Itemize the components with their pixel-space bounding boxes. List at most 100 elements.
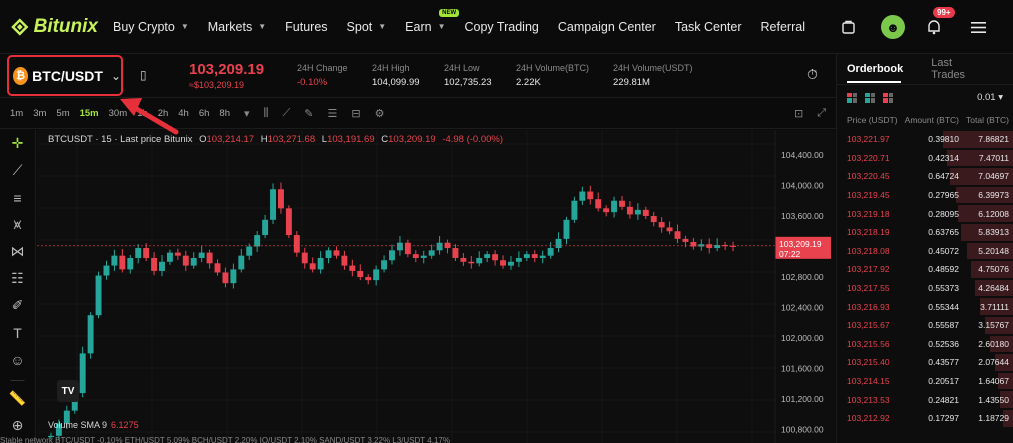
- interval-6h[interactable]: 6h: [199, 108, 210, 119]
- template-icon[interactable]: ⊟: [351, 107, 360, 120]
- candle-body: [373, 269, 380, 281]
- orderbook-row[interactable]: 103,220.71 0.42314 7.47011: [837, 149, 1013, 168]
- orderbook-row[interactable]: 103,218.19 0.63765 5.83913: [837, 223, 1013, 242]
- candle-body: [111, 255, 118, 266]
- candle-body: [666, 227, 673, 232]
- pitchfork-icon[interactable]: ⋈: [11, 238, 25, 265]
- orderbook-row[interactable]: 103,217.55 0.55373 4.26484: [837, 279, 1013, 298]
- menu-item-buy-crypto[interactable]: Buy Crypto ▼: [113, 20, 189, 34]
- interval-8h[interactable]: 8h: [219, 108, 230, 119]
- view-asks-icon[interactable]: [883, 92, 893, 103]
- candle-body: [270, 189, 276, 220]
- screenshot-icon[interactable]: ⊡: [794, 107, 803, 120]
- candle-body: [515, 257, 522, 262]
- candle-body: [460, 257, 467, 262]
- menu-item-campaign-center[interactable]: Campaign Center: [558, 20, 656, 34]
- orderbook-row[interactable]: 103,219.18 0.28095 6.12008: [837, 204, 1013, 223]
- candle-body: [238, 255, 245, 270]
- edit-icon[interactable]: ✎: [304, 107, 313, 120]
- brush-icon[interactable]: ✐: [12, 292, 24, 319]
- orderbook-row[interactable]: 103,220.45 0.64724 7.04697: [837, 167, 1013, 186]
- orderbook-amount: 0.28095: [928, 208, 959, 219]
- orderbook-row[interactable]: 103,215.67 0.55587 3.15767: [837, 316, 1013, 335]
- legend-close: 103,209.19: [388, 134, 436, 145]
- chart-type-icon[interactable]: ⫼: [264, 107, 269, 120]
- orderbook-total: 6.39973: [978, 190, 1009, 201]
- precision-value: 0.01: [977, 92, 996, 103]
- orderbook-price: 103,216.93: [847, 301, 890, 312]
- orderbook-row[interactable]: 103,215.40 0.43577 2.07644: [837, 353, 1013, 372]
- interval-1h[interactable]: 1h: [137, 108, 148, 119]
- avatar[interactable]: ☻: [881, 15, 905, 39]
- view-both-icon[interactable]: [847, 92, 857, 103]
- crosshair-icon[interactable]: ✛: [12, 130, 24, 157]
- main-menu: Buy Crypto ▼ Markets ▼ Futures Spot ▼ Earn ▼ NEW C…: [113, 8, 824, 34]
- settings-icon[interactable]: ⚙: [375, 107, 385, 120]
- tab-orderbook[interactable]: Orderbook: [847, 63, 903, 83]
- orderbook-row[interactable]: 103,219.45 0.27965 6.39973: [837, 186, 1013, 205]
- candle-body: [389, 250, 395, 261]
- candlestick-chart[interactable]: 104,400.00 104,000.00 103,600.00 102,800.00…: [37, 130, 835, 443]
- pair-selector[interactable]: ₿ BTC/USDT ⌄: [7, 55, 123, 96]
- chevron-down-icon: ▾: [998, 92, 1003, 103]
- nav-right: ☻ 99+: [837, 0, 1013, 54]
- candle-body: [396, 242, 403, 251]
- hamburger-menu-icon[interactable]: [967, 16, 989, 38]
- bitunix-logo-icon: [11, 17, 29, 36]
- price-chart[interactable]: 104,400.00 104,000.00 103,600.00 102,800.00…: [37, 130, 835, 443]
- horizontal-lines-icon[interactable]: ≡: [13, 184, 21, 211]
- menu-item-copy-trading[interactable]: Copy Trading: [465, 20, 539, 34]
- candle-body: [595, 199, 602, 209]
- more-intervals-chevron-icon[interactable]: ▾: [244, 107, 250, 120]
- menu-item-task-center[interactable]: Task Center: [675, 20, 742, 34]
- menu-item-referral[interactable]: Referral: [761, 20, 805, 34]
- interval-3m[interactable]: 3m: [33, 108, 46, 119]
- orderbook-total: 5.20148: [978, 245, 1009, 256]
- notification-bell-icon[interactable]: 99+: [923, 7, 955, 38]
- logo[interactable]: Bitunix: [10, 16, 98, 38]
- menu-item-futures[interactable]: Futures: [285, 20, 327, 34]
- interval-30m[interactable]: 30m: [109, 108, 127, 119]
- menu-item-spot[interactable]: Spot ▼: [347, 20, 387, 34]
- tab-last-trades[interactable]: Last Trades: [931, 57, 985, 81]
- interval-4h[interactable]: 4h: [178, 108, 189, 119]
- orderbook-row[interactable]: 103,212.92 0.17297 1.18729: [837, 409, 1013, 428]
- info-icon[interactable]: ▯: [140, 68, 147, 82]
- orderbook-row[interactable]: 103,214.15 0.20517 1.64067: [837, 372, 1013, 391]
- stat-label: 24H High: [372, 63, 410, 73]
- interval-15m[interactable]: 15m: [80, 108, 99, 119]
- fullscreen-icon[interactable]: ⤢: [817, 107, 826, 120]
- candle-body: [476, 257, 483, 264]
- ruler-icon[interactable]: 📏: [9, 385, 26, 412]
- orderbook-row[interactable]: 103,215.56 0.52536 2.60180: [837, 335, 1013, 354]
- orderbook-row[interactable]: 103,216.93 0.55344 3.71111: [837, 297, 1013, 316]
- interval-5m[interactable]: 5m: [56, 108, 69, 119]
- timer-icon[interactable]: ⏱: [807, 66, 818, 83]
- candle-body: [254, 235, 261, 247]
- text-icon[interactable]: T: [13, 319, 22, 346]
- menu-item-markets[interactable]: Markets ▼: [208, 20, 266, 34]
- interval-1m[interactable]: 1m: [10, 108, 23, 119]
- emoji-icon[interactable]: ☺: [10, 346, 24, 373]
- interval-2h[interactable]: 2h: [158, 108, 169, 119]
- orderbook-row[interactable]: 103,218.08 0.45072 5.20148: [837, 242, 1013, 261]
- precision-select[interactable]: 0.01 ▾: [977, 92, 1003, 103]
- zoom-in-icon[interactable]: ⊕: [12, 412, 24, 439]
- candle-body: [619, 200, 625, 207]
- indicators-icon[interactable]: ⟋: [283, 107, 291, 120]
- fib-icon[interactable]: ☷: [11, 265, 24, 292]
- header-price: Price (USDT): [847, 115, 898, 125]
- layout-icon[interactable]: ☰: [328, 107, 338, 120]
- menu-item-earn[interactable]: Earn ▼ NEW: [405, 8, 460, 34]
- channel-icon[interactable]: ⩙: [14, 211, 22, 238]
- orderbook-row[interactable]: 103,213.53 0.24821 1.43550: [837, 390, 1013, 409]
- menu-item-label: Referral: [760, 19, 805, 34]
- candle-body: [246, 246, 253, 256]
- download-icon[interactable]: [837, 16, 859, 38]
- orderbook-row[interactable]: 103,221.97 0.39810 7.86821: [837, 130, 1013, 149]
- trend-line-icon[interactable]: ⟋: [13, 157, 23, 184]
- orderbook-row[interactable]: 103,217.92 0.48592 4.75076: [837, 260, 1013, 279]
- view-bids-icon[interactable]: [865, 92, 875, 103]
- candle-body: [159, 261, 165, 271]
- menu-item-label: Markets: [207, 19, 253, 34]
